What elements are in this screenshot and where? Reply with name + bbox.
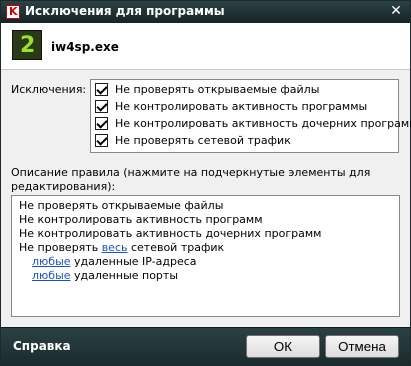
description-line: Не проверять открываемые файлы <box>19 199 224 212</box>
checkbox[interactable] <box>95 134 108 147</box>
exclusion-label: Не контролировать активность программы <box>115 100 368 113</box>
description-line: любые удаленные IP-адреса <box>32 255 197 268</box>
description-line: Не контролировать активность дочерних пр… <box>19 227 322 240</box>
description-line: любые удаленные порты <box>32 269 178 282</box>
cancel-button[interactable]: Отмена <box>325 335 399 358</box>
checkbox[interactable] <box>95 83 108 96</box>
exclusions-dialog: Исключения для программы ✕ iw4sp.exe Иск… <box>0 0 411 366</box>
description-text: удаленные порты <box>70 269 179 282</box>
footer: Справка ОК Отмена <box>1 327 410 365</box>
remote-ports-link[interactable]: любые <box>32 269 71 282</box>
exclusion-label: Не проверять сетевой трафик <box>115 134 291 147</box>
app-icon <box>12 30 42 60</box>
ok-button[interactable]: ОК <box>246 335 320 358</box>
title-bar[interactable]: Исключения для программы ✕ <box>1 1 410 23</box>
remote-ip-link[interactable]: любые <box>32 255 71 268</box>
exclusion-label: Не проверять открываемые файлы <box>115 83 320 96</box>
app-header: iw4sp.exe <box>1 23 410 70</box>
description-text: сетевой трафик <box>127 241 225 254</box>
exclusions-label: Исключения: <box>11 83 87 96</box>
close-icon[interactable]: ✕ <box>388 4 404 20</box>
rule-description: Не проверять открываемые файлы Не контро… <box>11 195 400 317</box>
checkbox[interactable] <box>95 117 108 130</box>
traffic-scope-link[interactable]: весь <box>102 241 128 254</box>
description-text: Не проверять <box>19 241 102 254</box>
exclusion-label: Не контролировать активность дочерних пр… <box>115 117 411 130</box>
help-link[interactable]: Справка <box>13 339 71 353</box>
exclusions-list: Не проверять открываемые файлы Не контро… <box>90 79 411 153</box>
checkbox[interactable] <box>95 100 108 113</box>
description-line: Не проверять весь сетевой трафик <box>19 241 224 254</box>
description-label: Описание правила (нажмите на подчеркнуты… <box>11 166 371 193</box>
app-name: iw4sp.exe <box>51 40 119 54</box>
kaspersky-icon <box>6 5 20 19</box>
window-title: Исключения для программы <box>25 4 225 18</box>
description-text: удаленные IP-адреса <box>70 255 197 268</box>
description-line: Не контролировать активность программ <box>19 213 263 226</box>
